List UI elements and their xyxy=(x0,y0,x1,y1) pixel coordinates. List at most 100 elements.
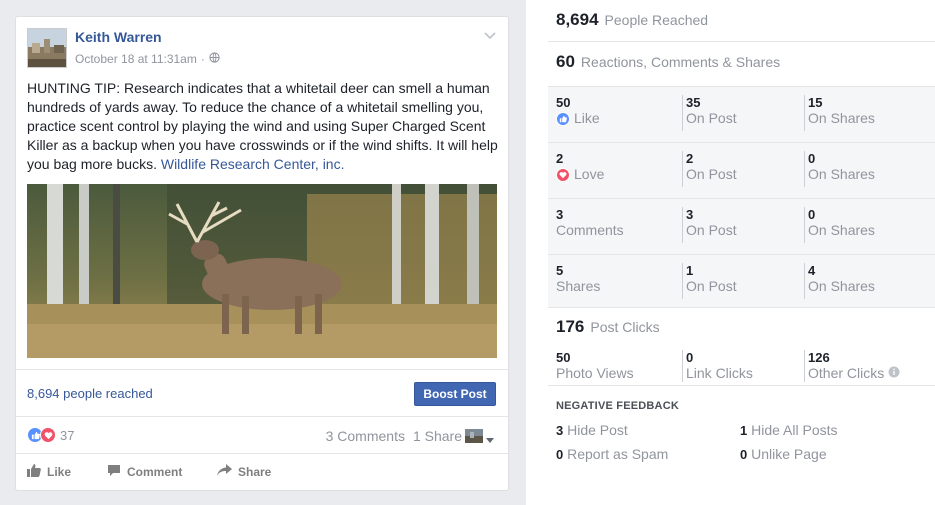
love-label: Love xyxy=(574,166,605,182)
stat-number: 3 xyxy=(556,207,564,222)
love-row: 2 Love 2 On Post 0 On Shares xyxy=(548,143,935,199)
reach-row: 8,694 people reached Boost Post xyxy=(16,369,508,417)
info-icon[interactable] xyxy=(888,365,900,382)
report-spam-stat: 0 Report as Spam xyxy=(556,446,668,462)
people-reached-value: 8,694 xyxy=(556,10,599,29)
like-label: Like xyxy=(574,110,600,126)
page-selector[interactable] xyxy=(465,429,494,448)
share-button[interactable]: Share xyxy=(217,464,271,480)
likes-total: 50 Like xyxy=(556,95,676,131)
shares-count-link[interactable]: 1 Share xyxy=(413,428,462,444)
stat-number: 3 xyxy=(686,207,694,222)
clicks-breakdown: 50 Photo Views 0 Link Clicks 126 Other C… xyxy=(548,350,935,386)
reactions-row: 37 3 Comments 1 Share xyxy=(16,417,508,453)
comment-icon xyxy=(107,464,121,480)
comments-total: 3 Comments xyxy=(556,207,676,243)
comments-row: 3 Comments 3 On Post 0 On Shares xyxy=(548,199,935,255)
other-clicks-label: Other Clicks xyxy=(808,365,885,381)
reaction-summary[interactable]: 37 xyxy=(27,427,74,443)
post-meta: October 18 at 11:31am · xyxy=(75,52,220,66)
stat-label: On Shares xyxy=(808,278,875,294)
post-photo[interactable] xyxy=(27,184,497,358)
reaction-count: 37 xyxy=(60,427,75,443)
stat-number: 5 xyxy=(556,263,564,278)
stat-number: 0 xyxy=(808,151,816,166)
post-clicks-stat: 176 Post Clicks xyxy=(556,317,660,337)
people-reached-link[interactable]: 8,694 people reached xyxy=(27,386,153,401)
other-clicks: 126 Other Clicks xyxy=(804,350,929,382)
stat-label: On Shares xyxy=(808,110,875,126)
negative-feedback-title: NEGATIVE FEEDBACK xyxy=(556,400,679,412)
love-reaction-icon xyxy=(40,427,56,443)
unlike-page-stat: 0 Unlike Page xyxy=(740,446,827,462)
stat-label: Love xyxy=(556,166,676,183)
photo-views: 50 Photo Views xyxy=(556,350,676,382)
post-clicks-value: 176 xyxy=(556,317,585,336)
like-button[interactable]: Like xyxy=(27,464,71,480)
post-timestamp[interactable]: October 18 at 11:31am xyxy=(75,52,197,66)
stat-label: Link Clicks xyxy=(686,365,753,381)
stat-number: 0 xyxy=(808,207,816,222)
comment-label: Comment xyxy=(127,465,183,479)
stat-number: 126 xyxy=(808,350,830,365)
stat-label: Other Clicks xyxy=(808,365,929,382)
separator: · xyxy=(200,52,205,66)
link-clicks: 0 Link Clicks xyxy=(682,350,802,382)
comment-button[interactable]: Comment xyxy=(107,464,182,480)
people-reached-label: People Reached xyxy=(604,12,709,28)
boost-post-button[interactable]: Boost Post xyxy=(414,382,496,406)
shares-total: 5 Shares xyxy=(556,263,676,299)
stat-number: 50 xyxy=(556,95,571,110)
stat-label: Comments xyxy=(556,222,624,238)
author-name[interactable]: Keith Warren xyxy=(75,29,162,45)
hide-post-stat: 3 Hide Post xyxy=(556,422,628,438)
stat-label: Like xyxy=(556,110,676,127)
engagement-stat: 60 Reactions, Comments & Shares xyxy=(548,42,935,84)
stat-number: 3 xyxy=(556,423,564,438)
people-reached-stat: 8,694 People Reached xyxy=(548,0,935,42)
stat-number: 35 xyxy=(686,95,701,110)
page-thumbnail-icon xyxy=(465,429,483,448)
stat-number: 2 xyxy=(556,151,564,166)
likes-row: 50 Like 35 On Post 15 On Shares xyxy=(548,87,935,143)
stat-number: 50 xyxy=(556,350,571,365)
post-insights-panel: 8,694 People Reached 60 Reactions, Comme… xyxy=(548,0,935,505)
share-label: Share xyxy=(238,465,272,479)
avatar[interactable] xyxy=(27,28,67,68)
post-text: HUNTING TIP: Research indicates that a w… xyxy=(27,79,501,174)
chevron-down-icon[interactable] xyxy=(484,29,496,43)
stat-number: 15 xyxy=(808,95,823,110)
shares-row: 5 Shares 1 On Post 4 On Shares xyxy=(548,255,935,311)
post-link[interactable]: Wildlife Research Center, inc. xyxy=(161,156,345,172)
love-icon xyxy=(556,167,570,182)
stat-label: Photo Views xyxy=(556,365,634,381)
post-action-bar: Like Comment Share xyxy=(16,453,508,491)
share-icon xyxy=(217,464,232,480)
stat-label: Hide All Posts xyxy=(751,422,838,438)
love-total: 2 Love xyxy=(556,151,676,187)
thumbs-up-icon xyxy=(27,464,41,480)
stat-number: 1 xyxy=(686,263,694,278)
like-label: Like xyxy=(47,465,72,479)
comments-count-link[interactable]: 3 Comments xyxy=(326,428,405,444)
stat-label: Unlike Page xyxy=(751,446,827,462)
stat-label: On Post xyxy=(686,166,737,182)
stat-label: Report as Spam xyxy=(567,446,669,462)
engagement-value: 60 xyxy=(556,52,575,71)
engagement-counts: 3 Comments 1 Share xyxy=(326,428,462,444)
globe-icon[interactable] xyxy=(209,52,220,66)
hide-all-posts-stat: 1 Hide All Posts xyxy=(740,422,838,438)
like-icon xyxy=(556,111,570,126)
stat-number: 0 xyxy=(556,447,564,462)
likes-on-post: 35 On Post xyxy=(682,95,802,131)
stat-label: On Post xyxy=(686,222,737,238)
stat-label: Hide Post xyxy=(567,422,628,438)
stat-label: On Shares xyxy=(808,222,875,238)
comments-on-shares: 0 On Shares xyxy=(804,207,929,243)
love-on-post: 2 On Post xyxy=(682,151,802,187)
engagement-label: Reactions, Comments & Shares xyxy=(580,54,781,70)
engagement-breakdown: 50 Like 35 On Post 15 On Shares 2 Love 2… xyxy=(548,86,935,308)
likes-on-shares: 15 On Shares xyxy=(804,95,929,131)
shares-on-post: 1 On Post xyxy=(682,263,802,299)
stat-number: 2 xyxy=(686,151,694,166)
